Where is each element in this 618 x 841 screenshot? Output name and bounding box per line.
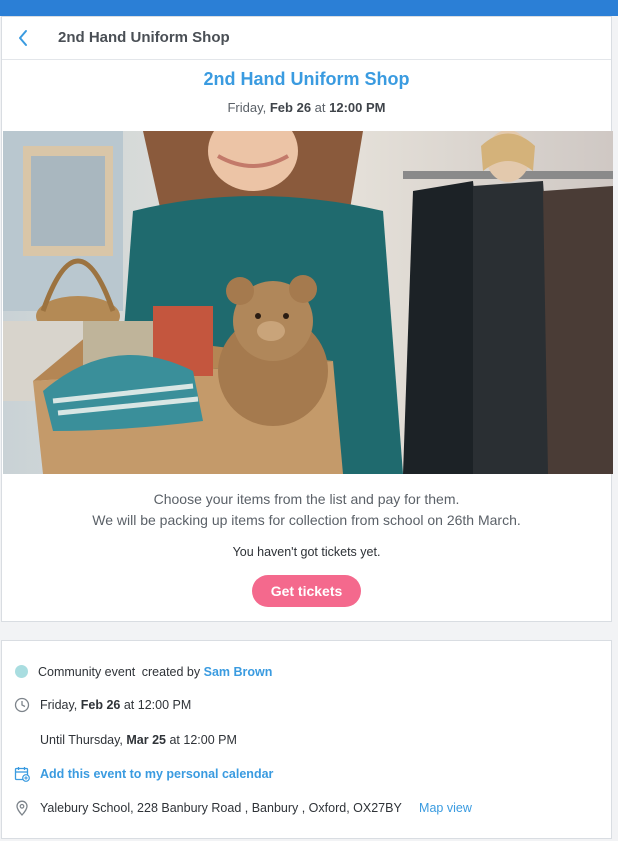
event-date-time: 12:00 PM [329,100,386,115]
creator-link[interactable]: Sam Brown [204,665,273,679]
event-card: 2nd Hand Uniform Shop 2nd Hand Uniform S… [1,16,613,622]
end-date-row: Until Thursday, Mar 25 at 12:00 PM [40,733,237,747]
description-line-2: We will be packing up items for collecti… [92,512,521,528]
event-description: Choose your items from the list and pay … [2,489,611,531]
clock-icon [14,697,30,713]
page-header: 2nd Hand Uniform Shop [2,17,611,60]
location-row: Yalebury School, 228 Banbury Road , Banb… [40,801,472,815]
hero-photo-illustration [3,131,613,474]
event-details-card: Community event created by Sam Brown Fri… [1,640,612,839]
event-date-bold: Feb 26 [269,100,312,115]
end-date-suffix: at 12:00 PM [169,733,237,747]
end-date-bold: Mar 25 [126,733,166,747]
start-date-bold: Feb 26 [80,698,121,712]
event-type-label: Community event [38,665,136,679]
start-date-suffix: at 12:00 PM [123,698,192,712]
end-date-prefix: Until Thursday, [40,733,123,747]
calendar-add-icon [14,767,30,782]
chevron-left-icon [19,30,27,46]
get-tickets-button[interactable]: Get tickets [252,575,361,607]
description-line-1: Choose your items from the list and pay … [153,491,460,507]
add-to-calendar-link[interactable]: Add this event to my personal calendar [40,767,273,781]
event-date-at: at [314,100,326,115]
event-hero-image [3,131,613,474]
tickets-status: You haven't got tickets yet. [232,545,381,559]
back-button[interactable] [14,28,34,48]
event-type-row: Community event created by Sam Brown [38,665,272,679]
header-title: 2nd Hand Uniform Shop [58,29,230,46]
event-address: Yalebury School, 228 Banbury Road , Banb… [40,801,402,815]
community-dot-icon [15,665,28,678]
top-bar [0,0,618,16]
event-date-day: Friday, [227,100,267,115]
event-title: 2nd Hand Uniform Shop [203,69,410,89]
start-date-prefix: Friday, [40,698,78,712]
map-view-link[interactable]: Map view [419,801,472,815]
event-date: Friday, Feb 26 at 12:00 PM [2,100,611,115]
calendar-row: Add this event to my personal calendar [40,767,273,781]
start-date-row: Friday, Feb 26 at 12:00 PM [40,698,191,712]
created-by-label: created by [141,665,201,679]
map-pin-icon [16,800,28,816]
